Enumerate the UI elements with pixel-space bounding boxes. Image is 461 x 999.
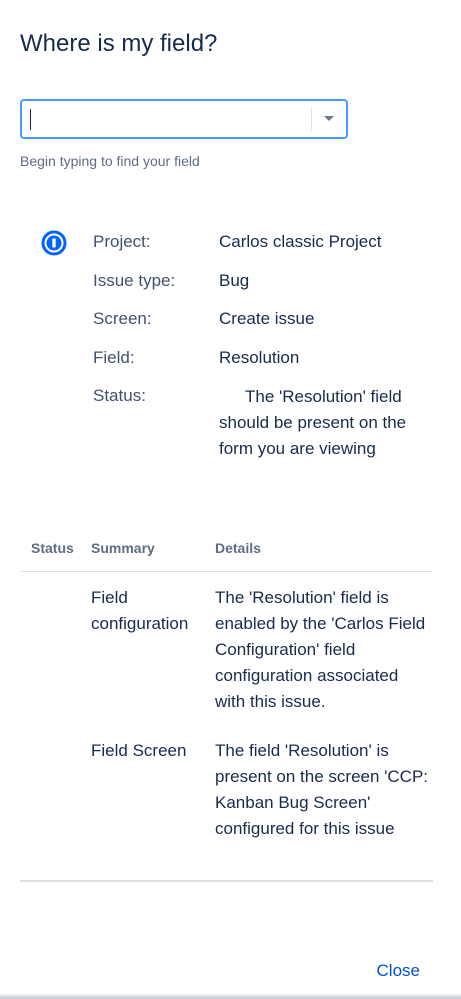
info-label: Field: — [93, 347, 135, 367]
status-message: The 'Resolution' field should be present… — [219, 387, 407, 458]
field-search-select[interactable] — [20, 99, 348, 139]
text-cursor — [30, 109, 31, 130]
info-label: Screen: — [93, 309, 152, 328]
field-search-input[interactable] — [30, 107, 310, 131]
info-row-field: Field: Resolution — [93, 348, 433, 387]
info-value: Carlos classic Project — [219, 232, 382, 251]
info-value: Resolution — [219, 347, 300, 367]
info-label: Status: — [93, 386, 146, 405]
column-header-status: Status — [31, 540, 74, 556]
search-hint: Begin typing to find your field — [20, 153, 200, 169]
table-bottom-divider — [20, 880, 433, 882]
row-details: The 'Resolution' field is enabled by the… — [215, 588, 426, 711]
column-header-summary: Summary — [91, 540, 155, 556]
info-row-project: Project: Carlos classic Project — [93, 232, 433, 271]
dialog-title: Where is my field? — [20, 30, 218, 57]
dialog-bottom-edge — [0, 994, 461, 999]
chevron-down-icon — [324, 116, 334, 121]
row-summary: Field Screen — [91, 741, 187, 760]
field-info-list: Project: Carlos classic Project Issue ty… — [93, 232, 433, 458]
info-label: Project: — [93, 232, 151, 251]
close-button[interactable]: Close — [377, 961, 420, 981]
info-value: Bug — [219, 270, 250, 290]
info-label: Issue type: — [93, 270, 176, 290]
info-row-screen: Screen: Create issue — [93, 309, 433, 348]
row-details: The field 'Resolution' is present on the… — [215, 741, 429, 838]
info-icon — [41, 230, 67, 256]
column-header-details: Details — [215, 540, 261, 556]
info-row-issue-type: Issue type: Bug — [93, 271, 433, 310]
header-divider — [20, 571, 433, 572]
row-summary: Field configuration — [91, 588, 189, 633]
info-row-status: Status: The 'Resolution' field should be… — [93, 386, 433, 458]
info-value: Create issue — [219, 309, 315, 328]
where-is-my-field-dialog: Where is my field? Begin typing to find … — [0, 0, 461, 999]
dropdown-toggle-button[interactable] — [312, 101, 346, 137]
